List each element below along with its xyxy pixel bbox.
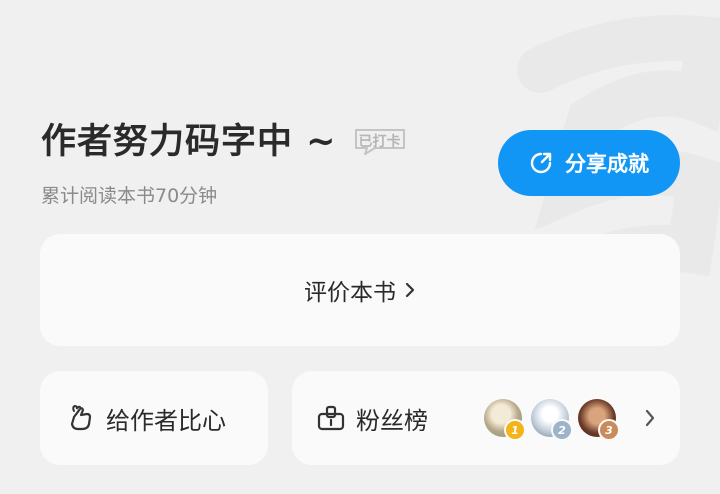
- fans-ranking-label: 粉丝榜: [356, 406, 428, 435]
- give-heart-label: 给作者比心: [106, 406, 226, 435]
- chevron-right-icon: [404, 281, 416, 299]
- checked-in-stamp: 已打卡: [353, 127, 407, 155]
- share-achievement-button[interactable]: 分享成就: [498, 130, 680, 196]
- give-heart-card[interactable]: 给作者比心: [40, 371, 268, 465]
- share-icon: [529, 151, 553, 175]
- avatar[interactable]: 3: [578, 399, 620, 441]
- finger-heart-icon: [66, 403, 96, 433]
- header: 作者努力码字中 ~ 已打卡: [41, 113, 407, 164]
- chevron-right-icon: [644, 408, 656, 428]
- avatar[interactable]: 1: [484, 399, 526, 441]
- rank-badge: 3: [598, 419, 620, 441]
- reading-time: 累计阅读本书70分钟: [41, 185, 218, 207]
- fans-ranking-card[interactable]: 粉丝榜 1 2 3: [292, 371, 680, 465]
- page-title: 作者努力码字中 ~: [41, 122, 337, 162]
- rank-badge: 2: [551, 419, 573, 441]
- share-button-label: 分享成就: [565, 152, 649, 176]
- avatar[interactable]: 2: [531, 399, 573, 441]
- rate-book-card[interactable]: 评价本书: [40, 234, 680, 346]
- rank-badge: 1: [504, 419, 526, 441]
- top-fans-avatars: 1 2 3: [484, 399, 625, 441]
- rate-book-label: 评价本书: [304, 280, 396, 306]
- stamp-text: 已打卡: [358, 133, 401, 150]
- fans-rank-icon: [316, 403, 346, 433]
